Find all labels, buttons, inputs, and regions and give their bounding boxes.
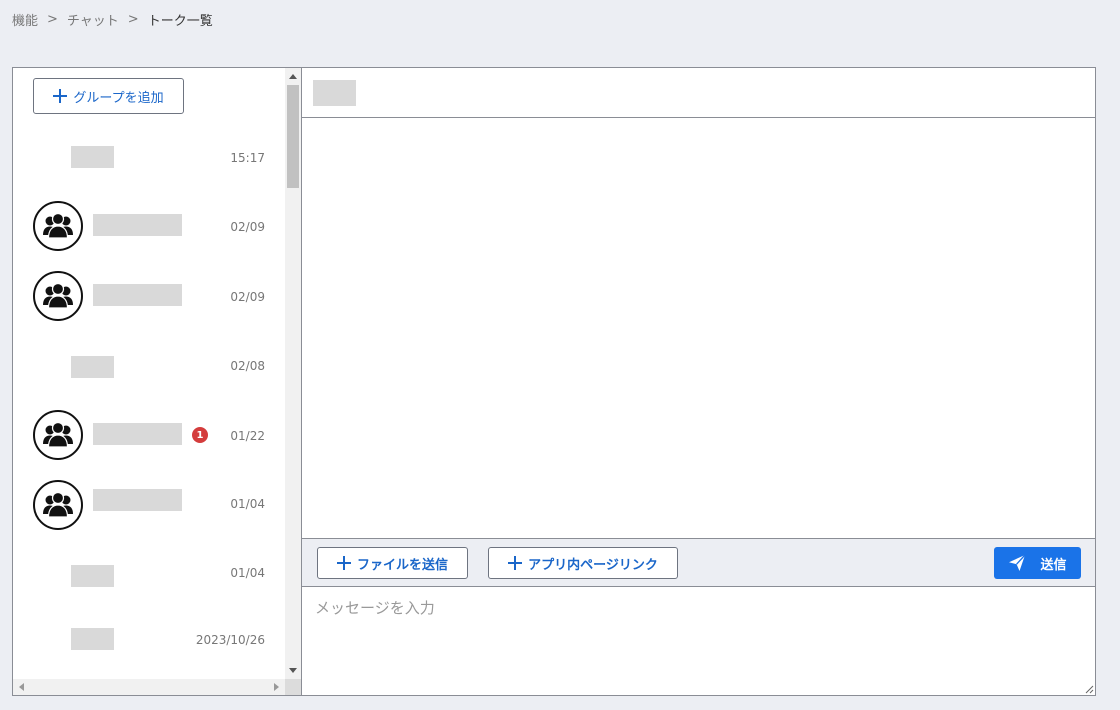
talk-time: 01/04 — [230, 566, 265, 580]
scrollbar-thumb[interactable] — [287, 85, 299, 188]
message-toolbar: ファイルを送信 アプリ内ページリンク 送信 — [302, 538, 1095, 587]
breadcrumb: 機能 > チャット > トーク一覧 — [12, 10, 213, 29]
talk-name-placeholder — [71, 628, 114, 650]
message-area — [302, 118, 1095, 538]
group-avatar — [33, 480, 83, 530]
scroll-up-icon[interactable] — [289, 74, 297, 79]
breadcrumb-separator: > — [127, 12, 139, 27]
app-page-link-label: アプリ内ページリンク — [528, 557, 658, 573]
breadcrumb-item-talk-list: トーク一覧 — [147, 14, 213, 29]
send-file-button[interactable]: ファイルを送信 — [317, 547, 468, 579]
talk-name-placeholder — [71, 356, 114, 378]
talk-list-item[interactable]: 01/04 — [13, 545, 285, 605]
talk-name-placeholder — [93, 423, 182, 445]
unread-badge: 1 — [192, 427, 208, 443]
group-avatar — [33, 271, 83, 321]
group-icon — [43, 212, 73, 239]
talk-time: 02/09 — [230, 290, 265, 304]
send-label: 送信 — [1040, 557, 1067, 573]
paper-plane-icon — [1009, 554, 1026, 571]
add-group-button[interactable]: グループを追加 — [33, 78, 184, 114]
talk-list-item[interactable]: 02/09 — [13, 196, 285, 256]
plus-icon — [336, 556, 351, 570]
group-icon — [43, 491, 73, 518]
talk-name-placeholder — [93, 284, 182, 306]
scroll-left-icon[interactable] — [19, 683, 24, 691]
scroll-right-icon[interactable] — [274, 683, 279, 691]
talk-list-item[interactable]: 02/09 — [13, 266, 285, 326]
chat-panel: グループを追加 15:17 02/09 02/09 02/08 1 01/22 … — [12, 67, 1096, 696]
plus-icon — [53, 89, 68, 103]
vertical-scrollbar[interactable] — [285, 68, 301, 679]
add-group-label: グループを追加 — [73, 90, 164, 106]
talk-list-item[interactable]: 2023/10/26 — [13, 613, 285, 673]
talk-time: 15:17 — [230, 151, 265, 165]
talk-list-item[interactable]: 02/08 — [13, 336, 285, 396]
group-icon — [43, 282, 73, 309]
talk-time: 02/09 — [230, 220, 265, 234]
talk-time: 02/08 — [230, 359, 265, 373]
talk-time: 01/04 — [230, 497, 265, 511]
talk-name-placeholder — [71, 565, 114, 587]
conversation-header — [302, 68, 1095, 118]
message-input[interactable] — [302, 587, 1095, 695]
talk-list-item[interactable]: 01/04 — [13, 475, 285, 535]
talk-name-placeholder — [93, 214, 182, 236]
scrollbar-corner — [285, 679, 301, 695]
breadcrumb-separator: > — [47, 12, 58, 27]
horizontal-scrollbar[interactable] — [13, 679, 285, 695]
talk-name-placeholder — [93, 489, 182, 511]
group-icon — [43, 421, 73, 448]
group-avatar — [33, 201, 83, 251]
resize-grip-icon[interactable] — [1084, 684, 1094, 694]
conversation-title-placeholder — [313, 80, 356, 106]
plus-icon — [508, 556, 523, 570]
app-page-link-button[interactable]: アプリ内ページリンク — [488, 547, 678, 579]
talk-name-placeholder — [71, 146, 114, 168]
talk-list-pane: グループを追加 15:17 02/09 02/09 02/08 1 01/22 … — [13, 68, 302, 695]
breadcrumb-item-features[interactable]: 機能 — [12, 10, 38, 29]
scroll-down-icon[interactable] — [289, 668, 297, 673]
breadcrumb-item-chat[interactable]: チャット — [67, 10, 119, 29]
talk-time: 2023/10/26 — [195, 633, 265, 647]
talk-list-item[interactable]: 1 01/22 — [13, 405, 285, 465]
talk-list: グループを追加 15:17 02/09 02/09 02/08 1 01/22 … — [13, 68, 285, 679]
talk-list-item[interactable]: 15:17 — [13, 126, 285, 186]
send-button[interactable]: 送信 — [994, 547, 1081, 579]
conversation-pane: ファイルを送信 アプリ内ページリンク 送信 — [302, 68, 1095, 695]
send-file-label: ファイルを送信 — [356, 557, 448, 573]
group-avatar — [33, 410, 83, 460]
talk-time: 01/22 — [230, 429, 265, 443]
